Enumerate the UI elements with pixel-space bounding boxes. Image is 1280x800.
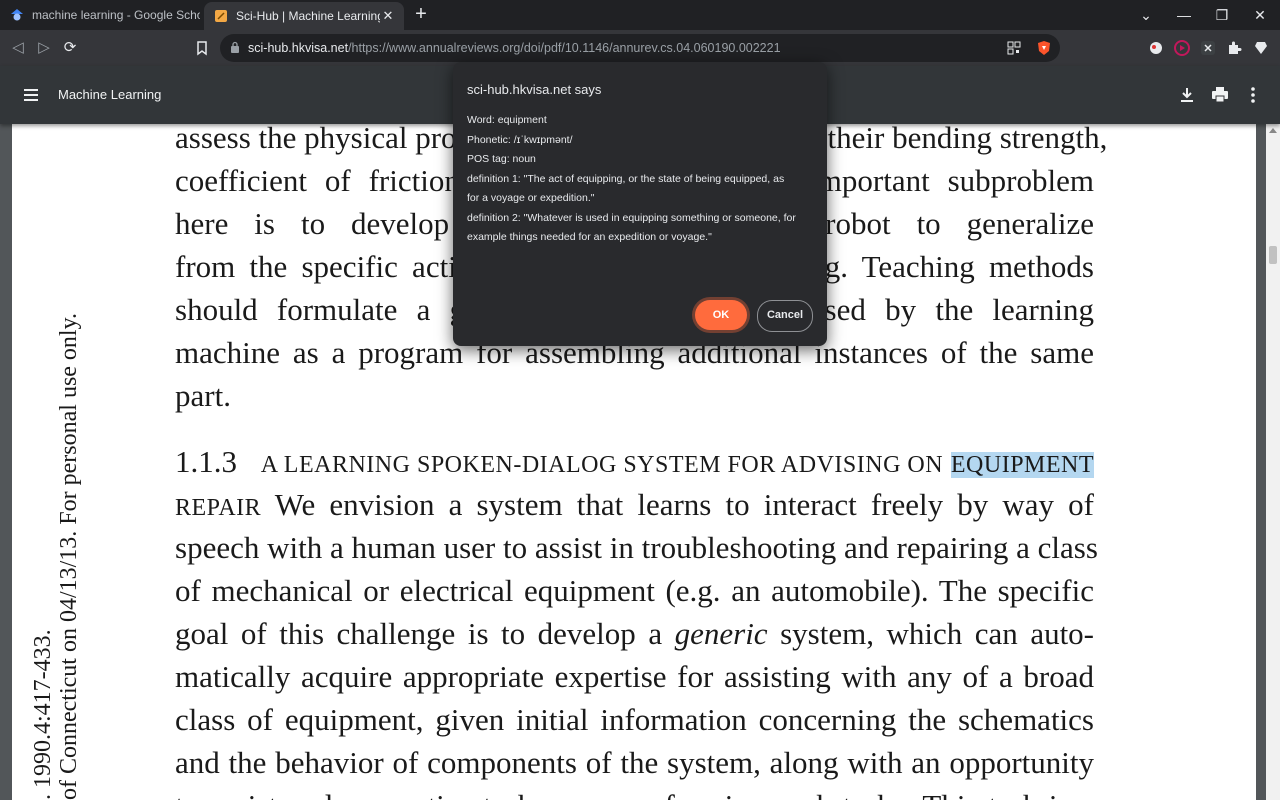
tab-title: machine learning - Google Scholar: [32, 8, 200, 22]
url-host: sci-hub.hkvisa.net: [248, 41, 348, 55]
restore-button[interactable]: ❐: [1203, 0, 1241, 30]
extensions-puzzle-icon[interactable]: [1226, 40, 1242, 56]
text-line: and the behavior of components of the sy…: [175, 741, 1094, 784]
dialog-title: sci-hub.hkvisa.net says: [467, 82, 601, 97]
section-title-cont: REPAIR: [175, 495, 261, 521]
bookmark-icon[interactable]: [194, 40, 210, 56]
ok-button[interactable]: OK: [695, 300, 747, 330]
text-span: system, which can auto-: [780, 616, 1094, 651]
close-window-button[interactable]: ✕: [1241, 0, 1279, 30]
back-button[interactable]: ◁: [8, 38, 28, 58]
url-text: sci-hub.hkvisa.net/https://www.annualrev…: [248, 34, 781, 62]
section-number: 1.1.3: [175, 444, 237, 479]
brave-menu-icon[interactable]: [1253, 40, 1269, 56]
new-tab-button[interactable]: +: [410, 4, 432, 26]
lock-icon[interactable]: [230, 41, 240, 53]
text-line: of mechanical or electrical equipment (e…: [175, 569, 1094, 612]
side-text-2: of Connecticut on 04/13/13. For personal…: [56, 313, 83, 800]
qr-code-icon[interactable]: [1006, 40, 1022, 56]
highlighted-word[interactable]: EQUIPMENT: [951, 452, 1094, 478]
dialog-line: example things needed for an expedition …: [467, 228, 813, 248]
section-heading-line: 1.1.3 A LEARNING SPOKEN-DIALOG SYSTEM FO…: [175, 440, 1094, 483]
text-line: matically acquire appropriate expertise …: [175, 655, 1094, 698]
download-icon[interactable]: [1177, 85, 1197, 105]
text-line: REPAIR We envision a system that learns …: [175, 483, 1094, 526]
reload-button[interactable]: ⟳: [60, 38, 80, 58]
extension-2-icon[interactable]: [1174, 40, 1190, 56]
text-span: goal of this challenge is to develop a: [175, 616, 662, 651]
tab-title: Sci-Hub | Machine Learning | 10.1: [236, 9, 380, 23]
side-text-1: . 1990.4:417-433.: [30, 629, 57, 800]
tab-strip: machine learning - Google Scholar Sci-Hu…: [0, 0, 1280, 30]
menu-icon[interactable]: [22, 86, 40, 104]
emphasis-text: generic: [675, 616, 768, 651]
url-path: /https://www.annualreviews.org/doi/pdf/1…: [348, 41, 780, 55]
print-icon[interactable]: [1210, 85, 1230, 105]
tab-google-scholar[interactable]: machine learning - Google Scholar: [0, 0, 200, 30]
dialog-line: definition 2: "Whatever is used in equip…: [467, 209, 813, 229]
text-line: class of equipment, given initial inform…: [175, 698, 1094, 741]
more-options-icon[interactable]: [1243, 85, 1263, 105]
minimize-button[interactable]: —: [1165, 0, 1203, 30]
cancel-button[interactable]: Cancel: [757, 300, 813, 332]
section-title: A LEARNING SPOKEN-DIALOG SYSTEM FOR ADVI…: [261, 452, 943, 478]
scroll-thumb[interactable]: [1269, 246, 1277, 264]
close-tab-icon[interactable]: ✕: [380, 8, 396, 24]
scholar-icon: [10, 8, 24, 22]
browser-toolbar: ◁ ▷ ⟳ sci-hub.hkvisa.net/https://www.ann…: [0, 30, 1280, 66]
section-1-1-3: 1.1.3 A LEARNING SPOKEN-DIALOG SYSTEM FO…: [175, 440, 1094, 800]
text-line: goal of this challenge is to develop a g…: [175, 612, 1094, 655]
forward-button[interactable]: ▷: [34, 38, 54, 58]
brave-shield-icon[interactable]: [1036, 40, 1052, 56]
scroll-up-icon[interactable]: [1269, 128, 1277, 133]
text-span: We envision a system that learns to inte…: [275, 487, 1094, 522]
dialog-message: Word: equipment Phonetic: /ɪˈkwɪpmənt/ P…: [467, 111, 813, 248]
tab-search-icon[interactable]: ⌄: [1127, 0, 1165, 30]
dialog-line: definition 1: "The act of equipping, or …: [467, 170, 813, 190]
alert-dialog: sci-hub.hkvisa.net says Word: equipment …: [453, 62, 827, 346]
tab-scihub[interactable]: Sci-Hub | Machine Learning | 10.1 ✕: [204, 2, 404, 30]
extension-3-icon[interactable]: [1200, 40, 1216, 56]
text-line: speech with a human user to assist in tr…: [175, 526, 1094, 569]
dialog-line: for a voyage or expedition.": [467, 189, 813, 209]
pdf-title: Machine Learning: [58, 66, 161, 124]
text-line: part.: [175, 374, 1094, 417]
text-line: to assist and apprentice to humans perfo…: [175, 784, 1094, 800]
extension-1-icon[interactable]: [1148, 40, 1164, 56]
scihub-icon: [214, 9, 228, 23]
dialog-line: POS tag: noun: [467, 150, 813, 170]
dialog-line: Word: equipment: [467, 111, 813, 131]
dialog-line: Phonetic: /ɪˈkwɪpmənt/: [467, 131, 813, 151]
vertical-scrollbar[interactable]: [1266, 124, 1280, 800]
address-bar[interactable]: sci-hub.hkvisa.net/https://www.annualrev…: [220, 34, 1060, 62]
